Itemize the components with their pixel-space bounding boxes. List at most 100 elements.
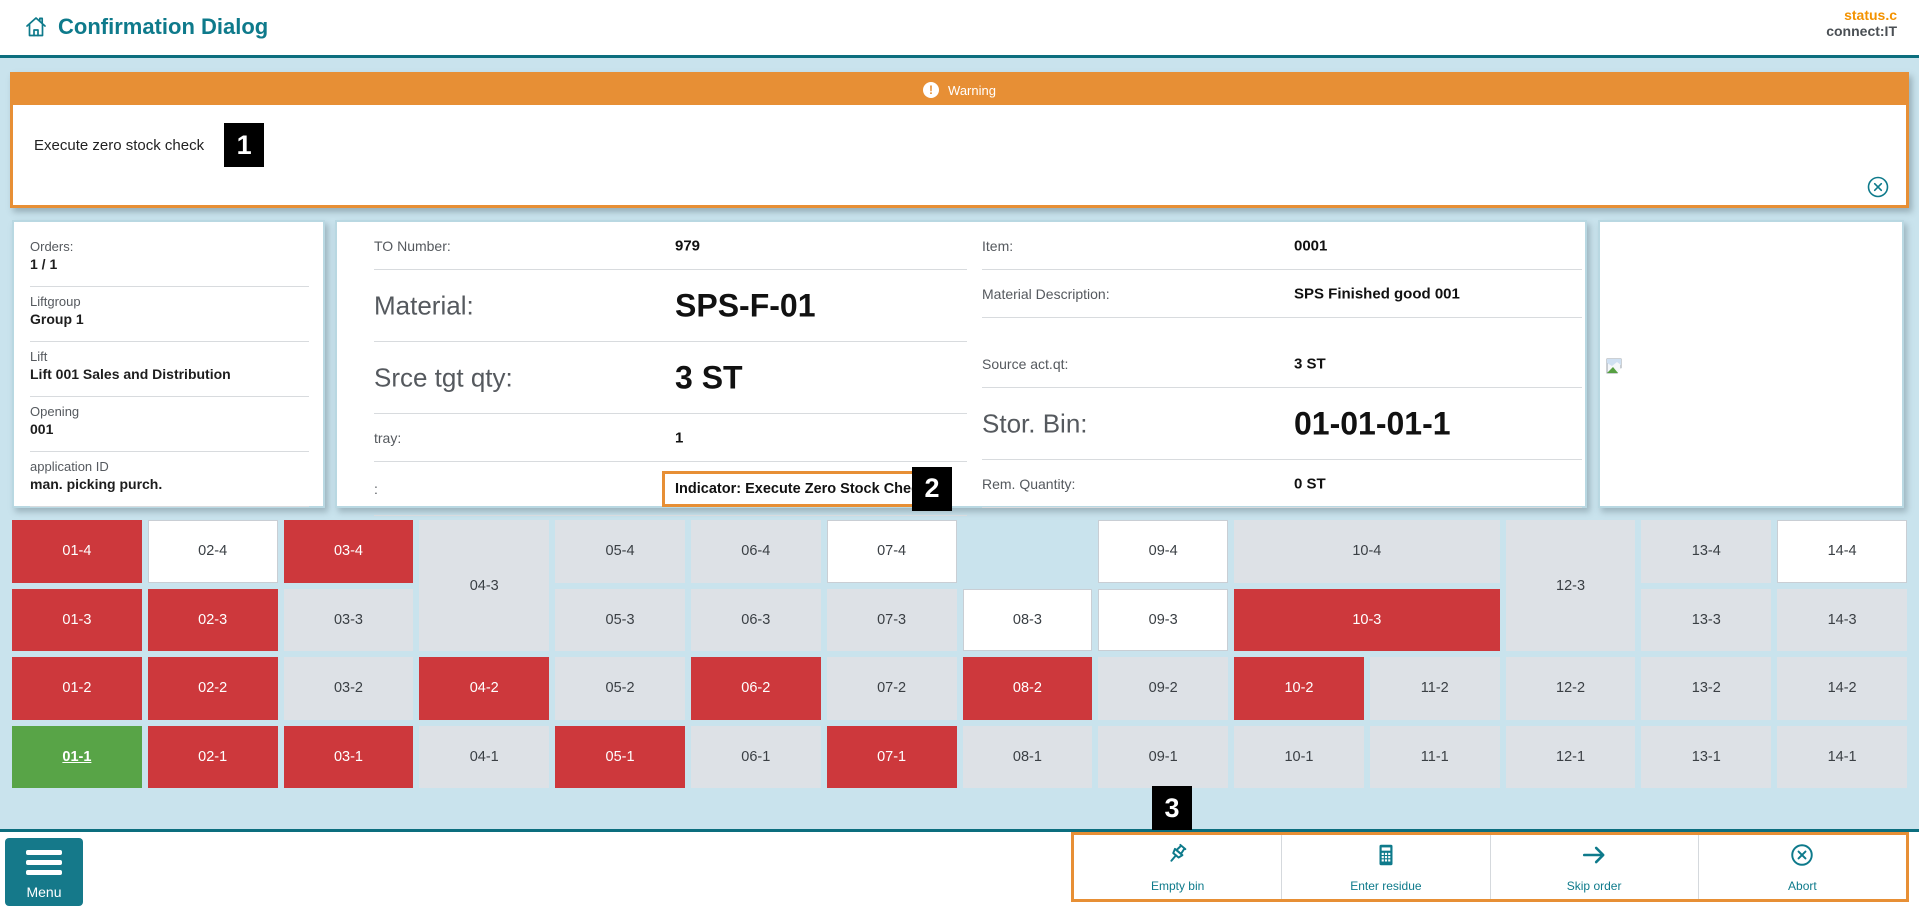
abort-button[interactable]: Abort (1698, 835, 1906, 899)
bin-cell-10-2[interactable]: 10-2 (1234, 657, 1364, 720)
field-value: 001 (30, 421, 309, 437)
annotation-badge-2: 2 (912, 467, 952, 511)
brand-logo: status.c connect:IT (1826, 7, 1897, 39)
bin-cell-04-3[interactable]: 04-3 (419, 520, 549, 651)
bin-cell-08-3[interactable]: 08-3 (963, 589, 1093, 652)
bin-cell-09-1[interactable]: 09-1 (1098, 726, 1228, 789)
bin-cell-13-2[interactable]: 13-2 (1641, 657, 1771, 720)
warning-message: Execute zero stock check (34, 137, 204, 154)
bin-cell-06-4[interactable]: 06-4 (691, 520, 821, 583)
bin-cell-13-3[interactable]: 13-3 (1641, 589, 1771, 652)
field-label: application ID (30, 459, 309, 474)
empty-bin-button[interactable]: Empty bin (1074, 835, 1281, 899)
warning-info-icon: ! (923, 82, 939, 98)
logo-line1: status.c (1826, 7, 1897, 23)
detail-row: TO Number: 979 (374, 222, 967, 270)
bin-cell-02-1[interactable]: 02-1 (148, 726, 278, 789)
bin-cell-01-2[interactable]: 01-2 (12, 657, 142, 720)
bin-cell-07-2[interactable]: 07-2 (827, 657, 957, 720)
enter-residue-button[interactable]: Enter residue (1281, 835, 1489, 899)
bin-cell-03-4[interactable]: 03-4 (284, 520, 414, 583)
bin-cell-10-4[interactable]: 10-4 (1234, 520, 1500, 583)
annotation-badge-3: 3 (1152, 786, 1192, 830)
action-button-label: Empty bin (1151, 879, 1204, 893)
bin-cell-06-2[interactable]: 06-2 (691, 657, 821, 720)
bin-cell-03-1[interactable]: 03-1 (284, 726, 414, 789)
bin-cell-05-2[interactable]: 05-2 (555, 657, 685, 720)
bin-cell-05-4[interactable]: 05-4 (555, 520, 685, 583)
bin-cell-06-3[interactable]: 06-3 (691, 589, 821, 652)
detail-row: Rem. Quantity:0 ST (982, 460, 1582, 508)
bin-cell-02-2[interactable]: 02-2 (148, 657, 278, 720)
order-info-row: application ID man. picking purch. (30, 452, 309, 507)
field-label: Liftgroup (30, 294, 309, 309)
bin-cell-14-3[interactable]: 14-3 (1777, 589, 1907, 652)
bin-cell-13-1[interactable]: 13-1 (1641, 726, 1771, 789)
bin-cell-14-1[interactable]: 14-1 (1777, 726, 1907, 789)
home-icon[interactable] (24, 15, 48, 39)
bin-cell-04-2[interactable]: 04-2 (419, 657, 549, 720)
annotation-badge-1: 1 (224, 123, 264, 167)
order-info-row: Liftgroup Group 1 (30, 287, 309, 342)
page-title: Confirmation Dialog (58, 14, 268, 40)
broken-image-icon (1606, 358, 1624, 376)
warning-header: ! Warning (13, 75, 1906, 105)
bin-cell-08-1[interactable]: 08-1 (963, 726, 1093, 789)
bin-grid: 01-402-403-404-305-406-407-4 09-410-412-3… (12, 520, 1907, 788)
calculator-icon (1373, 842, 1399, 868)
menu-button[interactable]: Menu (5, 838, 83, 906)
bin-cell-01-1[interactable]: 01-1 (12, 726, 142, 789)
bin-cell-09-2[interactable]: 09-2 (1098, 657, 1228, 720)
field-value: 0001 (1294, 237, 1327, 254)
bin-cell-05-3[interactable]: 05-3 (555, 589, 685, 652)
bin-cell-01-3[interactable]: 01-3 (12, 589, 142, 652)
field-label: Opening (30, 404, 309, 419)
bin-cell-05-1[interactable]: 05-1 (555, 726, 685, 789)
bin-cell-12-3[interactable]: 12-3 (1506, 520, 1636, 651)
footer-bar: Menu Empty bin Enter residue Skip orderAbo… (0, 832, 1919, 910)
field-value: 979 (675, 237, 700, 254)
bin-cell-09-3[interactable]: 09-3 (1098, 589, 1228, 652)
bin-cell-02-3[interactable]: 02-3 (148, 589, 278, 652)
order-info-row: LiftLift 001 Sales and Distribution (30, 342, 309, 397)
field-label: Item: (982, 238, 1013, 254)
bin-cell-09-4[interactable]: 09-4 (1098, 520, 1228, 583)
field-value: 1 / 1 (30, 256, 309, 272)
bin-cell-10-1[interactable]: 10-1 (1234, 726, 1364, 789)
field-value: Group 1 (30, 311, 309, 327)
bin-cell-11-1[interactable]: 11-1 (1370, 726, 1500, 789)
abort-icon (1789, 842, 1815, 868)
bin-cell-02-4[interactable]: 02-4 (148, 520, 278, 583)
field-label: Rem. Quantity: (982, 476, 1075, 492)
bin-cell-14-4[interactable]: 14-4 (1777, 520, 1907, 583)
bin-cell-03-2[interactable]: 03-2 (284, 657, 414, 720)
bin-cell-04-1[interactable]: 04-1 (419, 726, 549, 789)
indicator-highlight-box: Indicator: Execute Zero Stock Check (662, 471, 940, 507)
bin-cell-13-4[interactable]: 13-4 (1641, 520, 1771, 583)
bin-cell-06-1[interactable]: 06-1 (691, 726, 821, 789)
action-bar: Empty bin Enter residue Skip orderAbort (1071, 832, 1909, 902)
bin-cell-03-3[interactable]: 03-3 (284, 589, 414, 652)
bin-cell-10-3[interactable]: 10-3 (1234, 589, 1500, 652)
action-button-label: Enter residue (1350, 879, 1421, 893)
bin-cell-12-2[interactable]: 12-2 (1506, 657, 1636, 720)
detail-row: Source act.qt:3 ST (982, 340, 1582, 388)
bin-cell-14-2[interactable]: 14-2 (1777, 657, 1907, 720)
hamburger-icon (26, 850, 62, 875)
field-value: man. picking purch. (30, 476, 309, 492)
skip-order-button[interactable]: Skip order (1490, 835, 1698, 899)
bin-cell-12-1[interactable]: 12-1 (1506, 726, 1636, 789)
bin-cell-08-2[interactable]: 08-2 (963, 657, 1093, 720)
warning-close-icon[interactable] (1866, 175, 1890, 199)
bin-cell-01-4[interactable]: 01-4 (12, 520, 142, 583)
field-label: TO Number: (374, 238, 451, 254)
bin-cell-07-1[interactable]: 07-1 (827, 726, 957, 789)
field-label: Stor. Bin: (982, 408, 1088, 439)
order-detail-panel: TO Number:979Material:SPS-F-01Srce tgt q… (335, 220, 1587, 508)
bin-cell-07-4[interactable]: 07-4 (827, 520, 957, 583)
detail-row: Stor. Bin: 01-01-01-1 (982, 388, 1582, 460)
detail-row: Srce tgt qty:3 ST (374, 342, 967, 414)
bin-cell-07-3[interactable]: 07-3 (827, 589, 957, 652)
field-value: 01-01-01-1 (1294, 405, 1451, 442)
bin-cell-11-2[interactable]: 11-2 (1370, 657, 1500, 720)
